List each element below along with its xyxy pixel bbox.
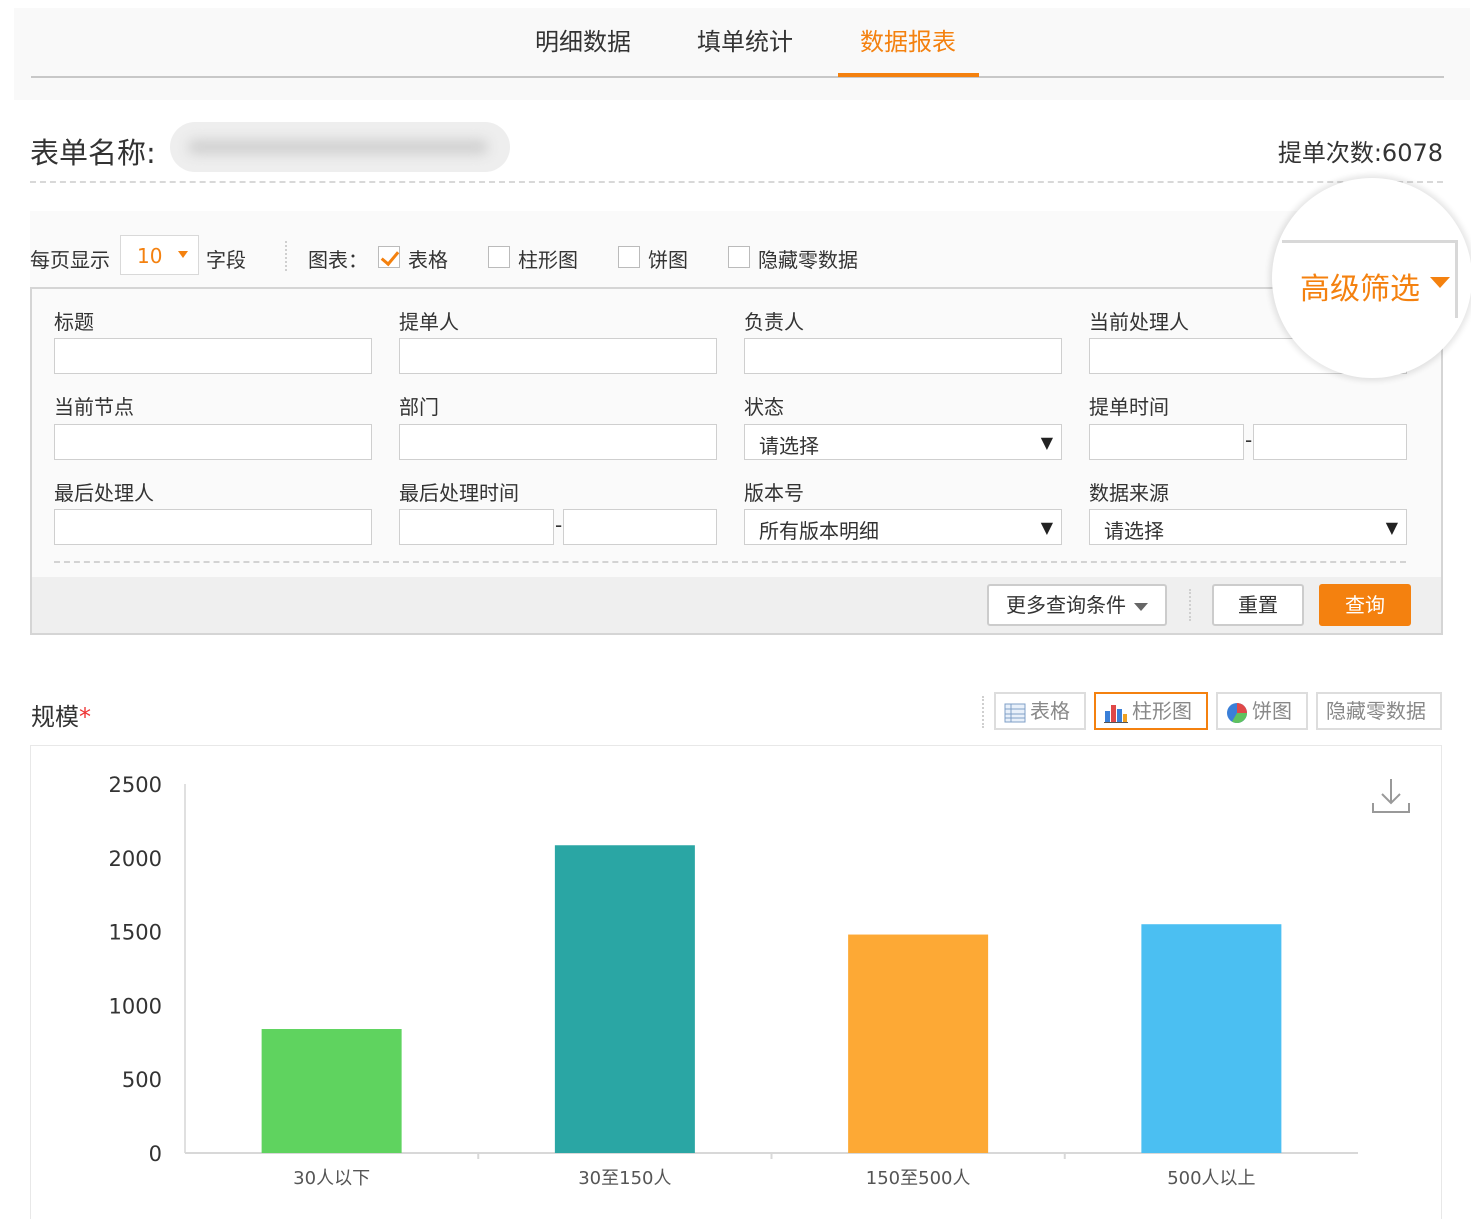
filter-last-handler-label: 最后处理人 <box>54 481 154 505</box>
chart-toggle-pie-label: 饼图 <box>1252 699 1292 723</box>
filter-status-select[interactable]: 请选择 ▼ <box>744 424 1062 460</box>
chart-toggle-pie[interactable]: 饼图 <box>1216 692 1308 730</box>
filter-submit-time-label: 提单时间 <box>1089 395 1169 419</box>
reset-button[interactable]: 重置 <box>1212 584 1304 626</box>
chart-toggle-table[interactable]: 表格 <box>994 692 1086 730</box>
pie-chart-icon <box>1227 702 1247 723</box>
chart-container <box>30 745 1442 1219</box>
range-separator: - <box>1245 428 1253 452</box>
footer-divider <box>1189 589 1191 621</box>
filter-data-source-value: 请选择 <box>1104 519 1164 543</box>
submit-count: 提单次数:6078 <box>1278 133 1443 168</box>
tab-data-report[interactable]: 数据报表 <box>860 22 956 57</box>
caret-down-icon <box>1430 277 1450 288</box>
section-title: 规模* <box>31 697 91 732</box>
filter-status-label: 状态 <box>744 395 784 419</box>
chart-toggle-bar[interactable]: 柱形图 <box>1094 692 1208 730</box>
filter-divider <box>54 561 1406 563</box>
section-title-text: 规模 <box>31 703 79 731</box>
dropdown-arrow-icon: ▼ <box>1040 518 1053 537</box>
query-button[interactable]: 查询 <box>1319 584 1411 626</box>
advanced-filter-button[interactable]: 高级筛选 <box>1300 264 1420 308</box>
per-page-select[interactable]: 10 <box>120 235 199 275</box>
divider <box>30 181 1443 183</box>
filter-data-source-label: 数据来源 <box>1089 481 1169 505</box>
tab-detail-data[interactable]: 明细数据 <box>535 22 631 57</box>
filter-submit-time-end[interactable] <box>1253 424 1407 460</box>
checkbox-bar-chart[interactable] <box>488 246 510 268</box>
filter-current-handler-label: 当前处理人 <box>1089 310 1189 334</box>
submit-count-value: 6078 <box>1381 139 1443 167</box>
filter-version-label: 版本号 <box>744 481 804 505</box>
filter-last-handle-time-label: 最后处理时间 <box>399 481 519 505</box>
chart-toggle-hide-zero[interactable]: 隐藏零数据 <box>1316 692 1442 730</box>
per-page-value: 10 <box>137 244 163 268</box>
checkbox-hide-zero[interactable] <box>728 246 750 268</box>
filter-title-label: 标题 <box>54 310 94 334</box>
checkbox-table[interactable] <box>378 246 400 268</box>
filter-last-handler-input[interactable] <box>54 509 372 545</box>
filter-submitter-input[interactable] <box>399 338 717 374</box>
chart-toggle-bar-label: 柱形图 <box>1132 699 1192 723</box>
bar-chart-icon <box>1104 704 1128 723</box>
filter-version-value: 所有版本明细 <box>759 519 879 543</box>
checkbox-bar-chart-label: 柱形图 <box>518 248 578 272</box>
form-name-label: 表单名称: <box>30 136 156 170</box>
filter-status-value: 请选择 <box>759 434 819 458</box>
form-name-redacted <box>170 122 510 172</box>
more-conditions-button[interactable]: 更多查询条件 <box>987 584 1167 626</box>
filter-title-input[interactable] <box>54 338 372 374</box>
advanced-filter-callout: 高级筛选 <box>1272 178 1471 378</box>
filter-submit-time-start[interactable] <box>1089 424 1244 460</box>
filter-last-handle-time-start[interactable] <box>399 509 554 545</box>
filter-department-label: 部门 <box>399 395 439 419</box>
chart-toggle-table-label: 表格 <box>1030 699 1070 723</box>
required-mark: * <box>79 703 91 731</box>
filter-current-node-label: 当前节点 <box>54 395 134 419</box>
download-icon[interactable] <box>1370 775 1412 817</box>
active-tab-indicator <box>838 73 979 77</box>
range-separator: - <box>555 513 563 537</box>
chart-label: 图表： <box>308 248 368 272</box>
chart-toggle-hide-zero-label: 隐藏零数据 <box>1326 699 1426 723</box>
fields-label: 字段 <box>206 248 246 272</box>
filter-last-handle-time-end[interactable] <box>563 509 717 545</box>
per-page-label: 每页显示 <box>30 248 110 272</box>
filter-submitter-label: 提单人 <box>399 310 459 334</box>
filter-owner-label: 负责人 <box>744 310 804 334</box>
filter-version-select[interactable]: 所有版本明细 ▼ <box>744 509 1062 545</box>
filter-department-input[interactable] <box>399 424 717 460</box>
chart-toggle-divider <box>982 696 984 728</box>
checkbox-pie-chart-label: 饼图 <box>648 248 688 272</box>
filter-data-source-select[interactable]: 请选择 ▼ <box>1089 509 1407 545</box>
submit-count-label: 提单次数: <box>1277 139 1382 167</box>
dropdown-arrow-icon: ▼ <box>1385 518 1398 537</box>
filter-current-node-input[interactable] <box>54 424 372 460</box>
tab-fill-statistics[interactable]: 填单统计 <box>697 22 793 57</box>
checkbox-pie-chart[interactable] <box>618 246 640 268</box>
caret-down-icon <box>178 251 188 258</box>
checkbox-table-label: 表格 <box>408 248 448 272</box>
filter-owner-input[interactable] <box>744 338 1062 374</box>
more-conditions-label: 更多查询条件 <box>1006 593 1126 617</box>
dropdown-arrow-icon: ▼ <box>1040 433 1053 452</box>
tab-bar-divider <box>31 76 1444 78</box>
table-icon <box>1004 703 1026 722</box>
checkbox-hide-zero-label: 隐藏零数据 <box>758 248 858 272</box>
options-divider <box>285 241 287 271</box>
caret-down-icon <box>1134 602 1148 611</box>
